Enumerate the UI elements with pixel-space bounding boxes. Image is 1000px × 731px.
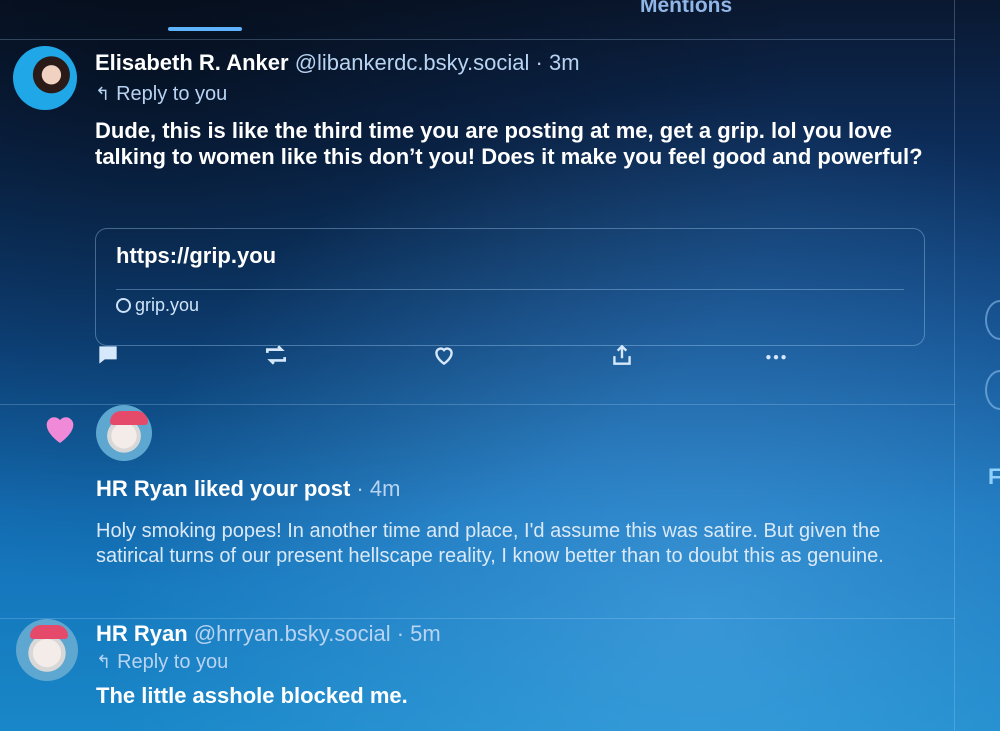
reply-bubble-icon — [99, 346, 117, 364]
liked-post-text[interactable]: Holy smoking popes! In another time and … — [96, 519, 896, 569]
more-dots-icon — [766, 355, 786, 360]
separator-dot: · — [356, 476, 364, 501]
post-actions — [95, 342, 815, 382]
reply-to-label: Reply to you — [117, 651, 229, 673]
more-button[interactable] — [763, 342, 797, 376]
reply-to-label: Reply to you — [116, 83, 228, 105]
share-icon — [613, 344, 631, 365]
link-domain-text: grip.you — [135, 295, 200, 315]
post-header: Elisabeth R. Anker @libankerdc.bsky.soci… — [95, 50, 580, 76]
link-card[interactable]: https://grip.you grip.you — [95, 228, 925, 346]
globe-icon — [116, 298, 131, 313]
notification-time: 4m — [369, 476, 401, 501]
author-handle[interactable]: @libankerdc.bsky.social — [295, 50, 530, 75]
active-tab-indicator — [168, 27, 242, 31]
reply-to-indicator: ↰ Reply to you — [95, 83, 227, 106]
heart-icon — [435, 347, 453, 366]
post-header: HR Ryan @hrryan.bsky.social · 5m — [96, 621, 441, 647]
tab-bar: Mentions — [0, 0, 955, 40]
separator-dot: · — [535, 50, 543, 75]
filled-heart-icon — [46, 417, 74, 443]
author-name[interactable]: Elisabeth R. Anker — [95, 50, 289, 75]
share-button[interactable] — [609, 342, 643, 376]
edge-letter: F — [988, 464, 1000, 489]
avatar[interactable] — [16, 619, 78, 681]
tab-mentions[interactable]: Mentions — [640, 0, 732, 18]
author-handle[interactable]: @hrryan.bsky.social — [194, 621, 391, 646]
avatar[interactable] — [13, 46, 77, 110]
avatar[interactable] — [96, 405, 152, 461]
link-card-title: https://grip.you — [116, 243, 277, 268]
repost-icon — [265, 345, 287, 365]
link-card-domain: grip.you — [116, 295, 199, 316]
reply-arrow-icon: ↰ — [95, 84, 111, 104]
repost-button[interactable] — [263, 342, 297, 376]
post-text: Dude, this is like the third time you ar… — [95, 118, 923, 169]
post-time: 3m — [548, 50, 580, 75]
edge-decoration — [985, 370, 1000, 410]
like-button[interactable] — [431, 342, 465, 376]
notification-action: liked your post — [193, 476, 351, 501]
notification-header: HR Ryan liked your post · 4m — [96, 476, 400, 502]
reply-button[interactable] — [95, 342, 129, 376]
author-name[interactable]: HR Ryan — [96, 621, 188, 646]
separator-dot: · — [396, 621, 405, 646]
reply-post[interactable]: HR Ryan @hrryan.bsky.social · 5m ↰ Reply … — [0, 619, 955, 731]
post-text: The little asshole blocked me. — [96, 683, 408, 708]
link-card-divider — [116, 289, 904, 290]
reply-to-indicator: ↰ Reply to you — [96, 651, 228, 674]
notifications-feed: Mentions Elisabeth R. Anker @libankerdc.… — [0, 0, 955, 731]
edge-decoration — [985, 300, 1000, 340]
like-notification[interactable]: HR Ryan liked your post · 4m Holy smokin… — [0, 405, 955, 619]
post-time: 5m — [410, 621, 441, 646]
reply-arrow-icon: ↰ — [96, 652, 112, 672]
reply-post[interactable]: Elisabeth R. Anker @libankerdc.bsky.soci… — [0, 40, 955, 405]
actor-name[interactable]: HR Ryan — [96, 476, 188, 501]
